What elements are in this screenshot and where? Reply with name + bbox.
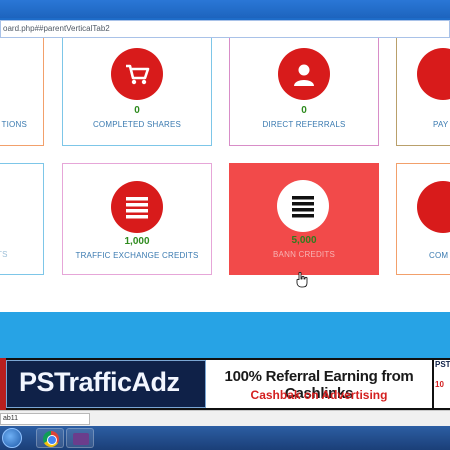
chrome-icon [43, 431, 59, 447]
window-title-bar [0, 0, 450, 18]
stat-label: DIRECT REFERRALS [262, 120, 346, 129]
user-icon-circle [278, 48, 330, 100]
dashboard-content: TIONS 0 COMPLETED SHARES 0 DIRECT REFERR… [0, 38, 450, 312]
banner-text-panel: 100% Referral Earning from Cashlinks Cas… [206, 360, 432, 408]
banner-logo: PSTrafficAdz [19, 367, 180, 397]
stat-card-partial-left[interactable]: TIONS [0, 38, 44, 146]
stat-value: 5,000 [291, 235, 317, 246]
stat-label: COMPLETED SHARES [92, 120, 182, 129]
camera-icon [73, 433, 89, 445]
advertising-banner[interactable]: PSTrafficAdz 100% Referral Earning from … [0, 358, 450, 410]
browser-tab-strip: ab11 [0, 410, 450, 426]
stat-card-partial-right[interactable]: COM [396, 163, 450, 275]
stat-label: TIONS [1, 120, 27, 129]
list-icon-circle [277, 180, 329, 232]
stat-card-direct-referrals[interactable]: 0 DIRECT REFERRALS [229, 38, 379, 146]
taskbar-recorder-button[interactable] [66, 428, 94, 448]
start-button-icon[interactable] [2, 428, 22, 448]
icon-circle [417, 181, 450, 233]
stat-card-partial-left[interactable]: TS [0, 163, 44, 275]
banner-right-text-2: 10 [435, 380, 444, 389]
list-icon-circle [111, 181, 163, 233]
stat-value: 0 [134, 105, 140, 116]
taskbar-chrome-button[interactable] [36, 428, 64, 448]
browser-tab[interactable]: ab11 [0, 413, 90, 425]
stat-value: 1,000 [124, 236, 150, 247]
stat-card-completed-shares[interactable]: 0 COMPLETED SHARES [62, 38, 212, 146]
stat-label: TRAFFIC EXCHANGE CREDITS [75, 251, 199, 260]
icon-circle [417, 48, 450, 100]
banner-right-text: PST [435, 360, 450, 369]
stat-label: COM [429, 251, 449, 260]
stat-card-traffic-exchange-credits[interactable]: 1,000 TRAFFIC EXCHANGE CREDITS [62, 163, 212, 275]
stat-label: PAY [433, 120, 449, 129]
banner-subline: Cashbak on Advertising [250, 388, 388, 402]
list-icon [126, 197, 148, 219]
stat-label: TS [0, 250, 8, 259]
cart-icon-circle [111, 48, 163, 100]
banner-right-fragment: PST 10 [434, 360, 450, 408]
stat-label: BANN CREDITS [273, 250, 335, 259]
hand-cursor-icon [296, 272, 308, 288]
stat-card-partial-right[interactable]: PAY [396, 38, 450, 146]
shopping-cart-icon [126, 64, 150, 85]
taskbar [0, 426, 450, 450]
list-icon [292, 196, 314, 218]
stat-value: 0 [301, 105, 307, 116]
stat-card-banner-credits[interactable]: 5,000 BANN CREDITS [229, 163, 379, 275]
address-bar[interactable]: oard.php##parentVerticalTab2 [0, 20, 450, 38]
banner-logo-panel: PSTrafficAdz [6, 360, 206, 408]
user-icon [294, 64, 314, 86]
footer-band [0, 312, 450, 358]
